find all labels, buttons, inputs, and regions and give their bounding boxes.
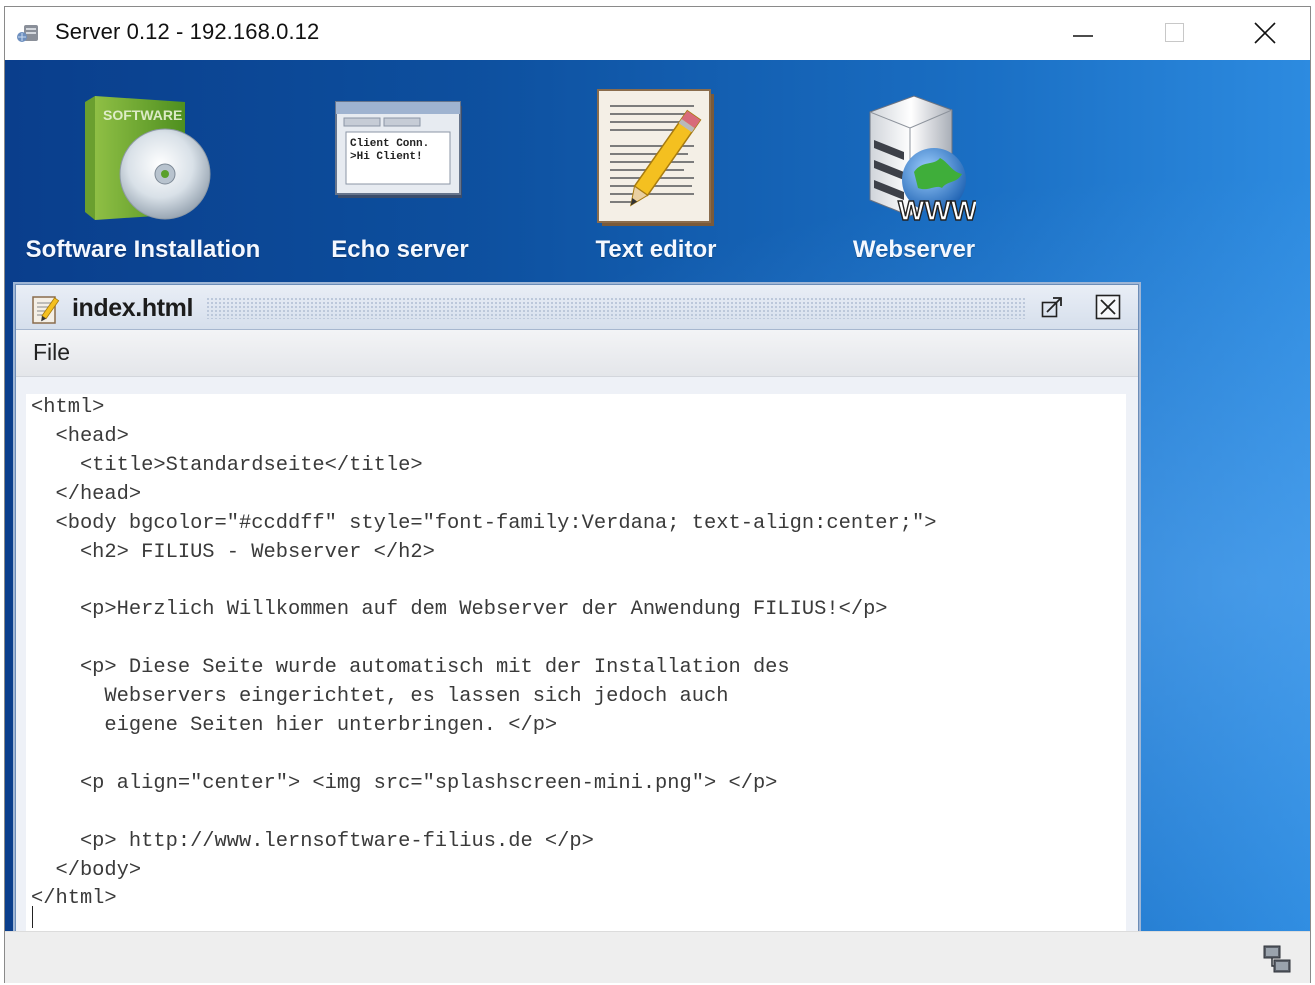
echo-server-app[interactable]: Client Conn. >Hi Client! Echo server — [305, 60, 495, 285]
close-icon — [1095, 294, 1121, 320]
document-pencil-icon — [594, 88, 718, 233]
close-editor-button[interactable] — [1095, 294, 1121, 320]
text-editor-label: Text editor — [595, 236, 717, 263]
maximize-icon — [1165, 23, 1184, 42]
close-icon — [1254, 22, 1276, 44]
www-icon-text: WWW — [898, 195, 976, 226]
document-edit-icon — [31, 295, 61, 330]
menu-file[interactable]: File — [29, 339, 74, 366]
echo-icon-text-1: Client Conn. — [350, 138, 429, 150]
text-editor-titlebar[interactable]: index.html — [16, 285, 1138, 330]
desktop-area: SOFTWARE Software Installation Client Co… — [5, 60, 1310, 931]
server-icon — [16, 23, 42, 45]
editor-file-title: index.html — [72, 294, 194, 322]
text-editor-app[interactable]: Text editor — [565, 60, 747, 285]
popout-button[interactable] — [1039, 294, 1065, 320]
software-installation-app[interactable]: SOFTWARE Software Installation — [15, 60, 271, 285]
minimize-icon — [1073, 35, 1093, 37]
network-computers-icon[interactable] — [1262, 944, 1294, 981]
echo-server-label: Echo server — [331, 236, 469, 263]
popout-icon — [1041, 297, 1062, 318]
editor-content[interactable]: <html> <head> <title>Standardseite</titl… — [31, 394, 937, 914]
close-button[interactable] — [1217, 7, 1309, 60]
editor-text-area[interactable]: <html> <head> <title>Standardseite</titl… — [26, 394, 1126, 931]
text-caret — [32, 906, 33, 928]
maximize-button[interactable] — [1125, 7, 1217, 60]
software-installation-label: Software Installation — [25, 236, 261, 263]
status-bar — [5, 931, 1310, 983]
editor-menubar: File — [16, 330, 1138, 377]
terminal-window-icon: Client Conn. >Hi Client! — [334, 88, 466, 205]
echo-icon-text-2: >Hi Client! — [350, 151, 423, 163]
server-globe-www-icon: WWW — [852, 88, 979, 233]
window-title: Server 0.12 - 192.168.0.12 — [55, 19, 320, 44]
titlebar-grip — [206, 297, 1026, 319]
svg-text:SOFTWARE: SOFTWARE — [103, 107, 182, 123]
webserver-app[interactable]: WWW Webserver — [823, 60, 1005, 285]
title-bar: Server 0.12 - 192.168.0.12 — [5, 7, 1310, 60]
minimize-button[interactable] — [1033, 7, 1125, 60]
webserver-label: Webserver — [852, 236, 976, 263]
text-editor-window: index.html File <html> <head> <title>Sta… — [15, 284, 1139, 931]
application-window: Server 0.12 - 192.168.0.12 SOFTWARE Soft… — [4, 6, 1311, 983]
software-box-cd-icon: SOFTWARE — [73, 88, 213, 229]
